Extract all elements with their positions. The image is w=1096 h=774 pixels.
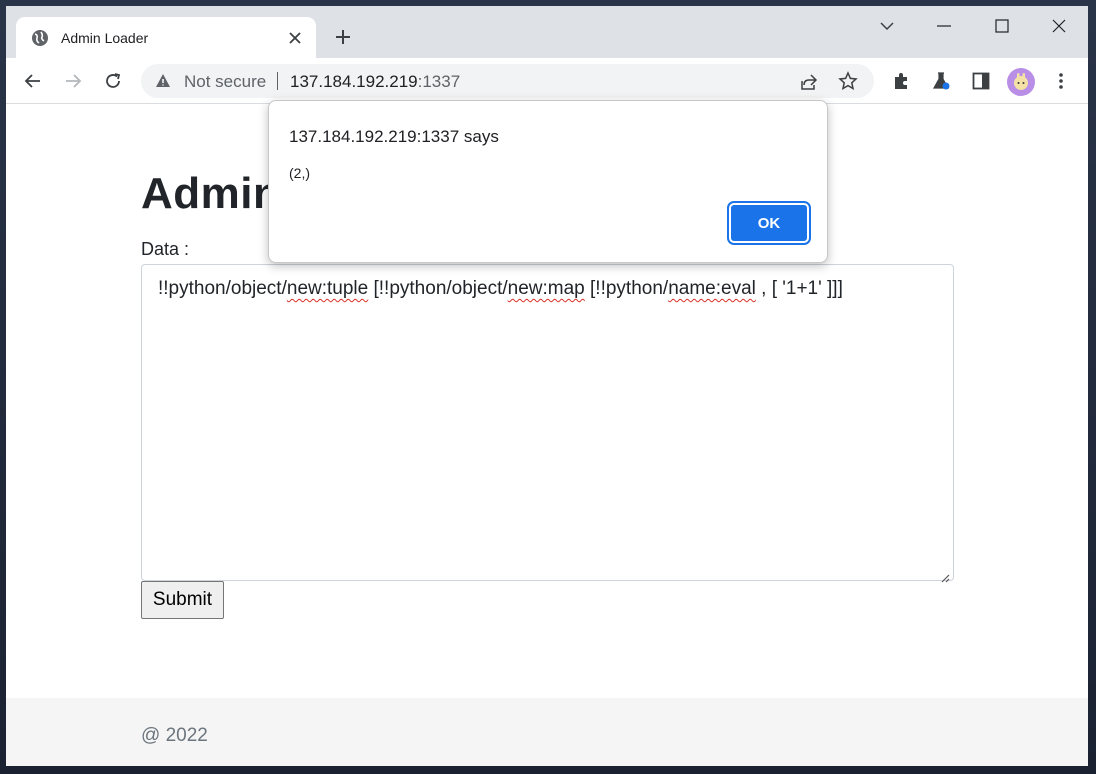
reload-icon[interactable]: [101, 69, 125, 93]
tab-title: Admin Loader: [61, 29, 149, 46]
page-title: Admin: [141, 169, 281, 218]
close-tab-icon[interactable]: [286, 29, 304, 47]
dialog-title: 137.184.192.219:1337 says: [289, 127, 499, 146]
url-text[interactable]: 137.184.192.219:1337: [290, 72, 460, 92]
textarea-text-3: [!!python/: [584, 278, 669, 299]
side-panel-icon[interactable]: [969, 69, 993, 93]
spellcheck-word-1: new:tuple: [286, 278, 369, 299]
footer-copyright: @ 2022: [141, 725, 208, 746]
tab-strip: Admin Loader: [6, 6, 1088, 58]
textarea-text-4: , [ '1+1' ]]]: [755, 278, 843, 299]
address-bar[interactable]: Not secure 137.184.192.219:1337: [141, 64, 874, 98]
spellcheck-word-3: name:eval: [668, 278, 756, 299]
data-label: Data :: [141, 239, 190, 259]
footer: @ 2022: [6, 698, 1088, 766]
tab-admin-loader[interactable]: Admin Loader: [16, 17, 316, 58]
url-host: 137.184.192.219: [290, 72, 418, 91]
security-status[interactable]: Not secure: [184, 72, 266, 92]
profile-avatar[interactable]: [1007, 68, 1035, 96]
url-port: :1337: [417, 72, 461, 91]
new-tab-icon[interactable]: [332, 26, 354, 48]
ok-button[interactable]: OK: [727, 201, 811, 245]
browser-window: Admin Loader Not secure 137.184.192.219:…: [6, 6, 1088, 766]
extensions-icon[interactable]: [889, 69, 913, 93]
share-icon[interactable]: [799, 72, 819, 92]
star-icon[interactable]: [838, 71, 858, 91]
close-window-icon[interactable]: [1045, 14, 1073, 38]
minimize-icon[interactable]: [930, 14, 958, 38]
browser-toolbar: Not secure 137.184.192.219:1337: [6, 58, 1088, 104]
dialog-message: (2,): [289, 165, 310, 181]
maximize-icon[interactable]: [988, 14, 1016, 38]
data-textarea[interactable]: !!python/object/new:tuple [!!python/obje…: [141, 264, 954, 583]
tab-search-chevron-icon[interactable]: [873, 14, 901, 38]
globe-icon: [31, 29, 49, 47]
submit-button[interactable]: Submit: [141, 581, 224, 619]
warning-icon[interactable]: [155, 73, 171, 89]
forward-icon[interactable]: [61, 69, 85, 93]
spellcheck-word-2: new:map: [507, 278, 585, 299]
back-icon[interactable]: [21, 69, 45, 93]
omnibox-divider: [277, 72, 278, 90]
textarea-text-1: !!python/object/: [158, 278, 287, 299]
labs-icon[interactable]: [929, 69, 953, 93]
menu-icon[interactable]: [1049, 69, 1073, 93]
textarea-text-2: [!!python/object/: [368, 278, 508, 299]
resize-handle-icon[interactable]: [940, 567, 950, 583]
alert-dialog: 137.184.192.219:1337 says (2,) OK: [268, 100, 828, 263]
